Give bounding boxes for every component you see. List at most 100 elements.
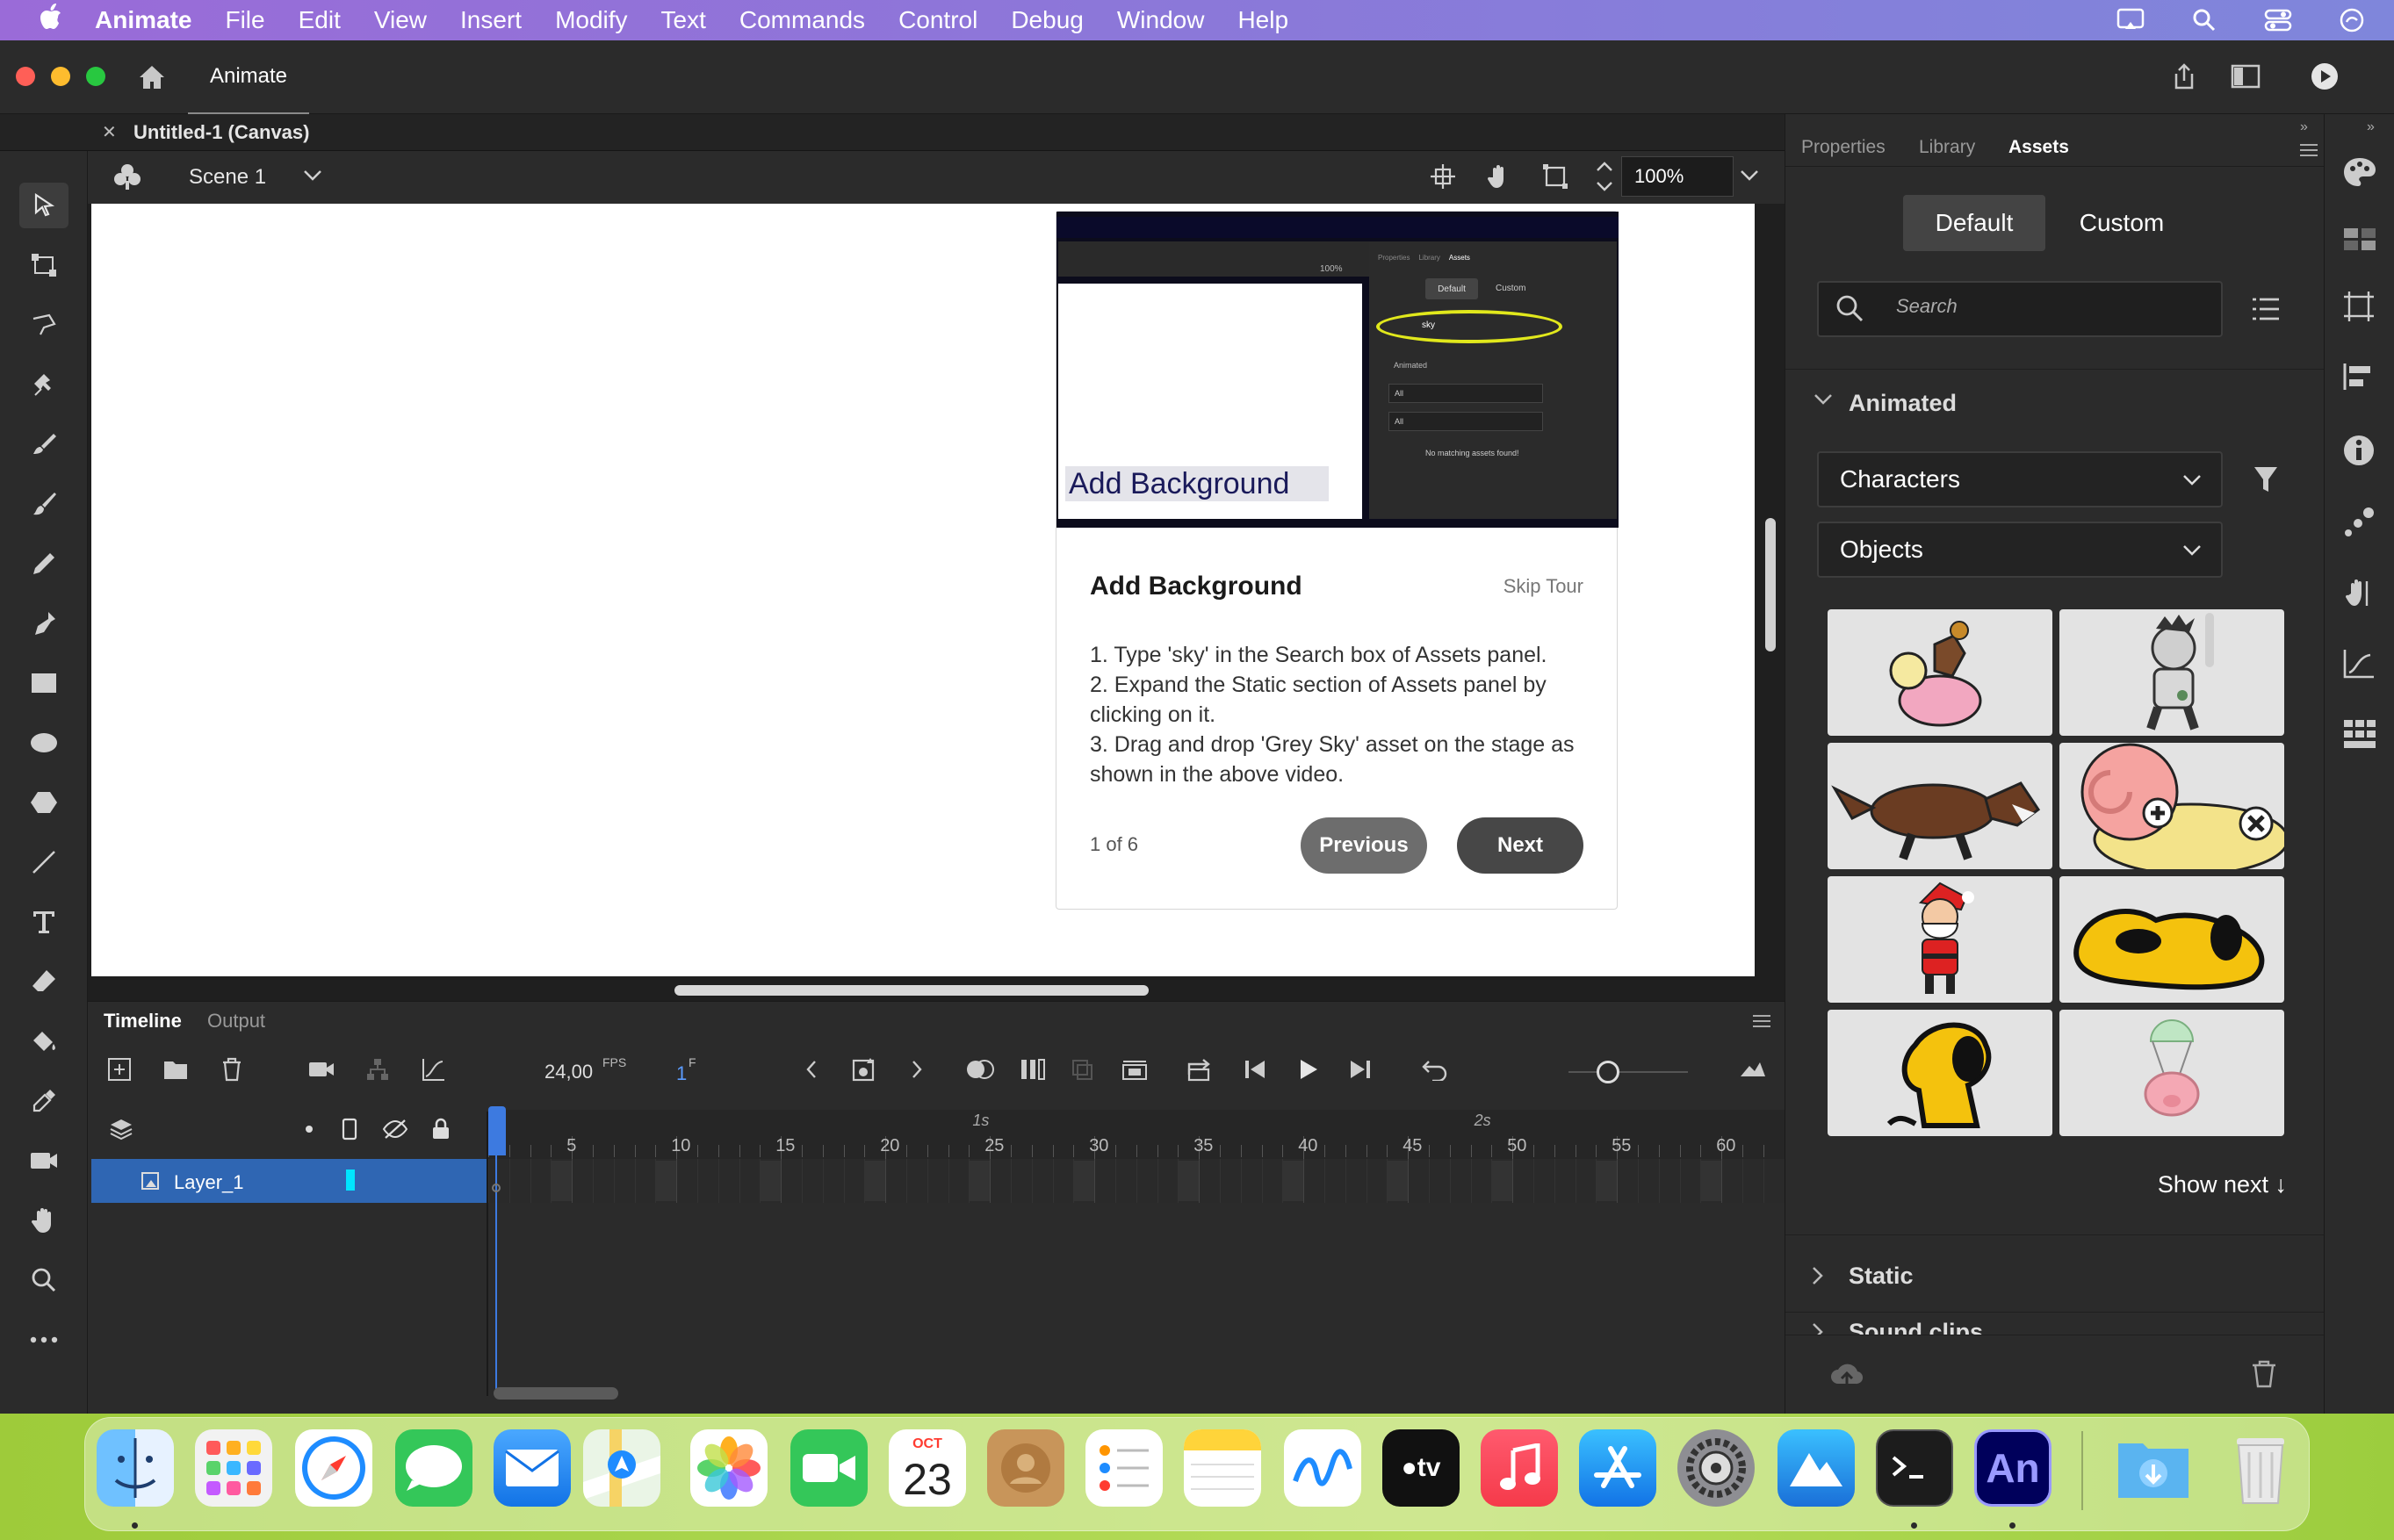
tour-next-button[interactable]: Next	[1457, 817, 1583, 874]
frame-cell[interactable]	[1638, 1159, 1639, 1203]
next-keyframe-chevron-icon[interactable]	[899, 1052, 934, 1087]
objects-dropdown[interactable]: Objects	[1817, 522, 2223, 578]
window-zoom-button[interactable]	[86, 67, 105, 86]
frame-cell[interactable]	[613, 1159, 615, 1203]
sound-clips-section-title[interactable]: Sound clips	[1849, 1319, 1983, 1335]
photos-dock-icon[interactable]	[690, 1429, 768, 1507]
screen-mirroring-icon[interactable]	[2115, 5, 2146, 35]
transform-icon[interactable]	[2342, 290, 2376, 327]
frame-cell[interactable]	[1512, 1159, 1514, 1203]
home-tab[interactable]: Animate	[188, 40, 309, 114]
selection-tool-icon[interactable]	[19, 183, 69, 228]
frame-cell[interactable]	[1011, 1159, 1012, 1203]
frame-cell[interactable]	[676, 1159, 678, 1203]
collapse-right-panel-icon[interactable]: »	[2300, 119, 2308, 135]
animated-section-title[interactable]: Animated	[1849, 390, 1957, 417]
frame-cell[interactable]	[802, 1159, 803, 1203]
adobe-animate-dock-icon[interactable]: An	[1974, 1429, 2051, 1507]
siri-icon[interactable]	[2336, 5, 2368, 35]
frame-cell[interactable]	[781, 1159, 782, 1203]
skip-tour-link[interactable]: Skip Tour	[1503, 575, 1583, 598]
static-section-title[interactable]: Static	[1849, 1263, 1914, 1290]
share-icon[interactable]	[2169, 61, 2199, 96]
timeline-ruler[interactable]: 5 10 15 20 25 30 35 40 45 50 55 60 1s 2s	[488, 1110, 1785, 1159]
tab-output[interactable]: Output	[207, 1010, 265, 1033]
reminders-dock-icon[interactable]	[1085, 1429, 1163, 1507]
frame-cell[interactable]	[948, 1159, 949, 1203]
workspace-layout-icon[interactable]	[2231, 63, 2261, 94]
empty-keyframe-marker[interactable]	[492, 1184, 501, 1192]
music-dock-icon[interactable]	[1481, 1429, 1558, 1507]
layer-color-swatch[interactable]	[346, 1169, 355, 1191]
custom-toggle[interactable]: Custom	[2051, 195, 2193, 251]
zoom-stepper-icon[interactable]	[1595, 156, 1614, 201]
trash-dock-icon[interactable]	[2222, 1429, 2299, 1507]
zoom-dropdown-chevron-icon[interactable]	[1739, 169, 1760, 187]
frame-cell[interactable]	[906, 1159, 907, 1203]
window-close-button[interactable]	[16, 67, 35, 86]
asset-thumbnail-flying-pig[interactable]	[2059, 1010, 2284, 1136]
tour-previous-button[interactable]: Previous	[1301, 817, 1427, 874]
test-movie-play-icon[interactable]	[2310, 61, 2340, 96]
calendar-dock-icon[interactable]: OCT 23	[889, 1429, 966, 1507]
frame-cell[interactable]	[1199, 1159, 1201, 1203]
frame-cell[interactable]	[1470, 1159, 1472, 1203]
asset-thumbnail-pig-rider[interactable]	[1828, 609, 2052, 736]
frame-cell[interactable]	[1554, 1159, 1555, 1203]
show-next-button[interactable]: Show next ↓	[2158, 1171, 2287, 1198]
frame-cell[interactable]	[717, 1159, 719, 1203]
frame-cell[interactable]	[843, 1159, 845, 1203]
asset-thumbnail-santa[interactable]	[1828, 876, 2052, 1003]
hand-tool-icon[interactable]	[19, 1198, 69, 1243]
frame-cell[interactable]	[822, 1159, 824, 1203]
contacts-dock-icon[interactable]	[987, 1429, 1064, 1507]
frame-cell[interactable]	[634, 1159, 636, 1203]
menu-text[interactable]: Text	[661, 6, 706, 34]
polystar-tool-icon[interactable]	[19, 780, 69, 825]
downloads-folder-dock-icon[interactable]	[2115, 1429, 2192, 1507]
pencil-tool-icon[interactable]	[19, 541, 69, 586]
apple-tv-dock-icon[interactable]: ● tv	[1382, 1429, 1460, 1507]
launchpad-dock-icon[interactable]	[195, 1429, 272, 1507]
pen-tool-icon[interactable]	[19, 601, 69, 646]
apple-menu-icon[interactable]	[33, 4, 69, 37]
window-minimize-button[interactable]	[51, 67, 70, 86]
frame-cell[interactable]	[1220, 1159, 1221, 1203]
tab-properties[interactable]: Properties	[1801, 137, 1886, 158]
frame-cell[interactable]	[885, 1159, 887, 1203]
tab-assets[interactable]: Assets	[2008, 137, 2069, 158]
hide-layers-icon[interactable]	[378, 1112, 413, 1147]
play-icon[interactable]	[1291, 1052, 1326, 1087]
info-icon[interactable]	[2342, 434, 2376, 471]
asset-thumbnail-mummy[interactable]	[2059, 609, 2284, 736]
scene-name[interactable]: Scene 1	[189, 165, 266, 190]
frame-cell[interactable]	[1721, 1159, 1723, 1203]
rectangle-tool-icon[interactable]	[19, 660, 69, 706]
assets-panel-menu-icon[interactable]	[2300, 144, 2318, 161]
tour-video-thumbnail[interactable]: 100% Add Background Properties Library A…	[1056, 212, 1619, 528]
frame-cell[interactable]	[1449, 1159, 1451, 1203]
stage-vertical-scrollbar[interactable]	[1765, 518, 1776, 651]
paste-frames-icon[interactable]	[1064, 1052, 1100, 1087]
highlight-layers-icon[interactable]	[306, 1126, 313, 1133]
delete-layer-icon[interactable]	[214, 1052, 249, 1087]
frame-cell[interactable]	[1136, 1159, 1137, 1203]
puppet-icon[interactable]	[2342, 576, 2376, 614]
sound-clips-chevron-icon[interactable]	[1812, 1322, 1824, 1335]
menu-insert[interactable]: Insert	[460, 6, 522, 34]
frame-cell[interactable]	[1533, 1159, 1534, 1203]
scene-dropdown-chevron-icon[interactable]	[302, 169, 323, 187]
menu-view[interactable]: View	[374, 6, 427, 34]
frame-cell[interactable]	[739, 1159, 740, 1203]
home-icon[interactable]	[137, 63, 167, 96]
eyedropper-tool-icon[interactable]	[19, 1078, 69, 1124]
frame-cell[interactable]	[1052, 1159, 1054, 1203]
menu-debug[interactable]: Debug	[1011, 6, 1084, 34]
frame-cell[interactable]	[1157, 1159, 1158, 1203]
frame-size-slider-thumb[interactable]	[1597, 1061, 1619, 1083]
fluid-brush-tool-icon[interactable]	[19, 421, 69, 467]
camera-tool-icon[interactable]	[19, 1138, 69, 1184]
clip-content-icon[interactable]	[1542, 163, 1568, 194]
step-back-icon[interactable]	[1238, 1052, 1273, 1087]
spotlight-search-icon[interactable]	[2188, 5, 2220, 35]
